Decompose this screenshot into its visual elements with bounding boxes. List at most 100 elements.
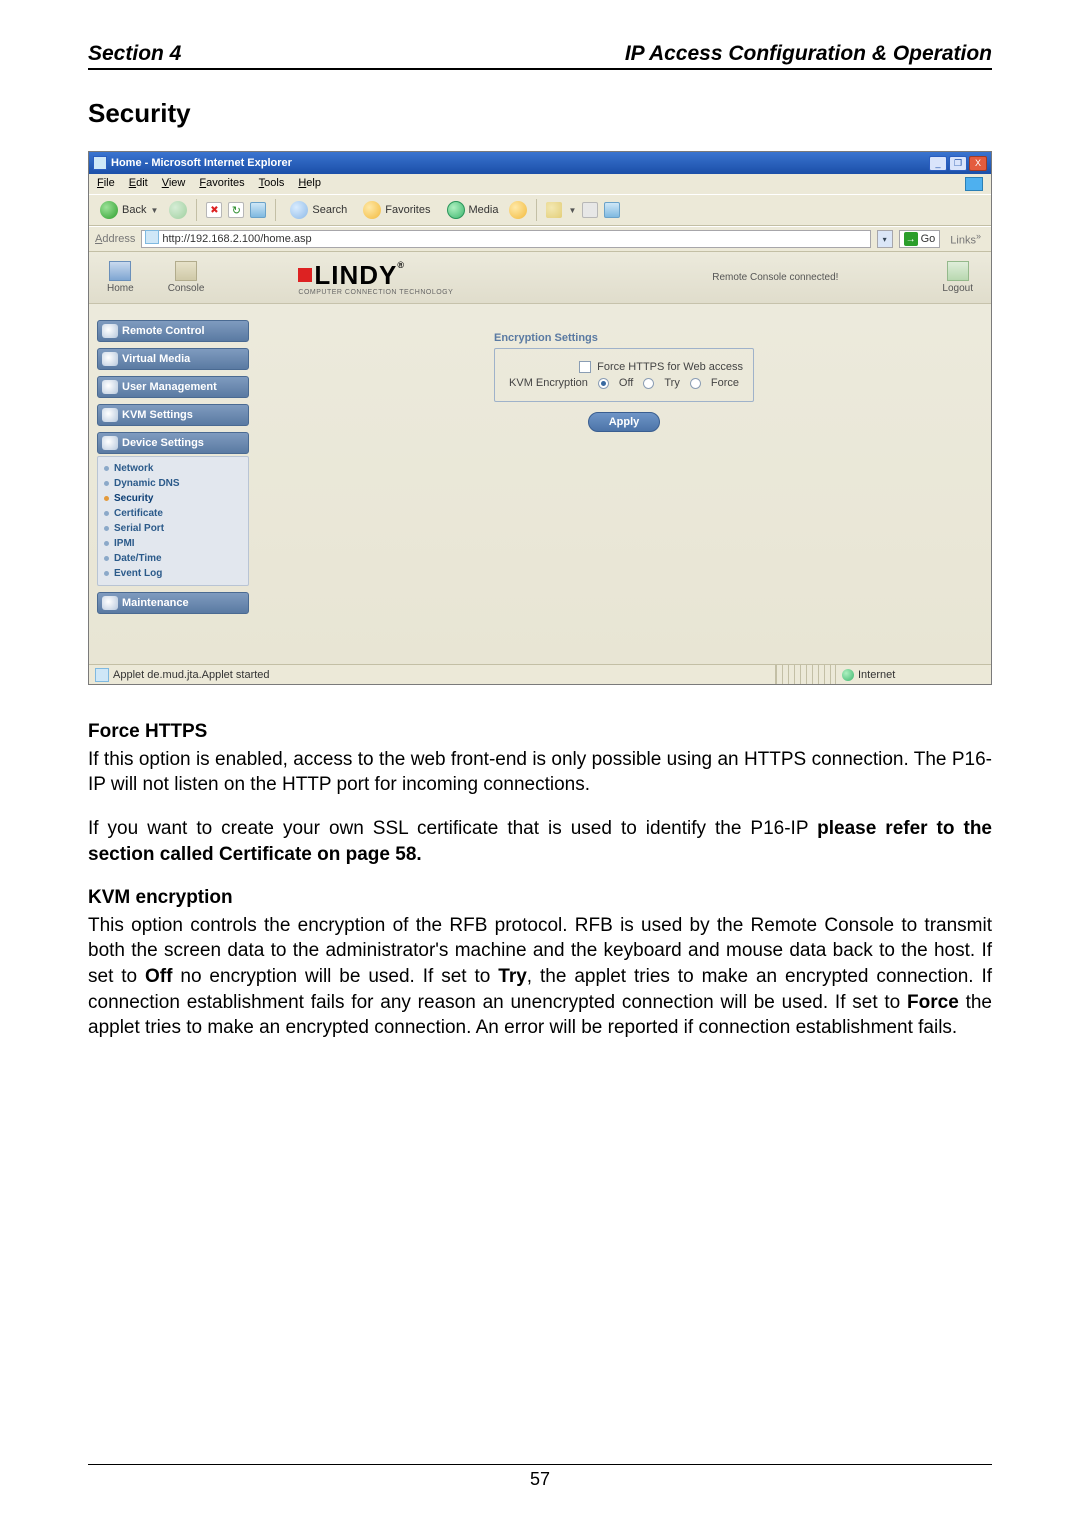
kvm-force-radio[interactable] xyxy=(690,378,701,389)
app-header: Home Console LINDY ® COMPUTER CONNECTION… xyxy=(89,252,991,304)
subnav-certificate[interactable]: Certificate xyxy=(102,506,244,521)
menu-file[interactable]: File xyxy=(97,177,115,191)
print-button[interactable] xyxy=(582,202,598,218)
zone-label: Internet xyxy=(858,669,895,681)
header-left: Section 4 xyxy=(88,42,181,66)
logout-button[interactable]: Logout xyxy=(942,261,973,294)
sidebar: Remote Control Virtual Media User Manage… xyxy=(89,304,257,664)
back-button[interactable]: Back ▼ xyxy=(95,199,163,221)
links-label: Links xyxy=(950,235,976,247)
page-number: 57 xyxy=(88,1464,992,1490)
media-button[interactable]: Media xyxy=(442,199,504,221)
window-maximize-button[interactable]: ❐ xyxy=(949,156,967,171)
menu-view[interactable]: View xyxy=(162,177,186,191)
sidebar-item-kvm-settings[interactable]: KVM Settings xyxy=(97,404,249,426)
security-zone: Internet xyxy=(835,665,985,684)
app-console-button[interactable]: Console xyxy=(168,261,205,294)
subnav-ipmi[interactable]: IPMI xyxy=(102,536,244,551)
links-button[interactable]: Links» xyxy=(946,231,985,247)
window-minimize-button[interactable]: _ xyxy=(929,156,947,171)
internet-zone-icon xyxy=(842,669,854,681)
favorites-button[interactable]: Favorites xyxy=(358,199,435,221)
separator xyxy=(196,199,197,221)
apply-button[interactable]: Apply xyxy=(588,412,661,432)
subnav-security[interactable]: Security xyxy=(102,491,244,506)
ie-page-icon xyxy=(145,230,159,244)
history-button[interactable] xyxy=(509,201,527,219)
toolbar: Back ▼ ✖ ↻ Search Favorites Media xyxy=(89,194,991,226)
menu-help[interactable]: Help xyxy=(298,177,321,191)
para-kvm-force: Force xyxy=(907,992,959,1013)
subnav-event-log[interactable]: Event Log xyxy=(102,566,244,581)
stop-button[interactable]: ✖ xyxy=(206,202,222,218)
forward-button[interactable] xyxy=(169,201,187,219)
go-label: Go xyxy=(921,233,936,245)
go-icon: → xyxy=(904,232,918,246)
search-button[interactable]: Search xyxy=(285,199,352,221)
para-ssl-pre: If you want to create your own SSL certi… xyxy=(88,818,817,839)
sidebar-label: Maintenance xyxy=(122,597,189,609)
brand-mark-icon xyxy=(298,268,312,282)
sidebar-item-device-settings[interactable]: Device Settings xyxy=(97,432,249,454)
para-force-https: If this option is enabled, access to the… xyxy=(88,747,992,798)
star-icon xyxy=(363,201,381,219)
search-label: Search xyxy=(312,204,347,216)
kvm-force-label: Force xyxy=(711,377,739,389)
mail-icon[interactable] xyxy=(546,202,562,218)
sidebar-label: KVM Settings xyxy=(122,409,193,421)
sidebar-item-virtual-media[interactable]: Virtual Media xyxy=(97,348,249,370)
brand-logo: LINDY ® COMPUTER CONNECTION TECHNOLOGY xyxy=(298,260,453,296)
address-input[interactable] xyxy=(141,230,870,248)
menu-tools[interactable]: Tools xyxy=(259,177,285,191)
menu-favorites[interactable]: Favorites xyxy=(199,177,244,191)
menu-edit[interactable]: Edit xyxy=(129,177,148,191)
console-icon xyxy=(175,261,197,281)
sidebar-item-maintenance[interactable]: Maintenance xyxy=(97,592,249,614)
ie-page-icon xyxy=(93,156,107,170)
subnav-date-time[interactable]: Date/Time xyxy=(102,551,244,566)
logout-label: Logout xyxy=(942,283,973,294)
window-close-button[interactable]: X xyxy=(969,156,987,171)
discuss-button[interactable] xyxy=(604,202,620,218)
browser-window: Home - Microsoft Internet Explorer _ ❐ X… xyxy=(88,151,992,685)
fieldset-legend: Encryption Settings xyxy=(494,332,754,344)
address-dropdown[interactable]: ▾ xyxy=(877,230,893,248)
window-titlebar: Home - Microsoft Internet Explorer _ ❐ X xyxy=(89,152,991,174)
sidebar-item-user-management[interactable]: User Management xyxy=(97,376,249,398)
status-separator xyxy=(775,665,835,684)
app-home-label: Home xyxy=(107,283,134,294)
separator xyxy=(275,199,276,221)
logout-icon xyxy=(947,261,969,281)
kvm-try-radio[interactable] xyxy=(643,378,654,389)
chevron-down-icon: ▼ xyxy=(150,206,158,215)
favorites-label: Favorites xyxy=(385,204,430,216)
sidebar-item-remote-control[interactable]: Remote Control xyxy=(97,320,249,342)
go-button[interactable]: → Go xyxy=(899,230,941,248)
chevron-down-icon: ▼ xyxy=(568,206,576,215)
main-pane: Encryption Settings Force HTTPS for Web … xyxy=(257,304,991,664)
force-https-checkbox[interactable] xyxy=(579,361,591,373)
para-kvm-2: no encryption will be used. If set to xyxy=(172,966,498,987)
sidebar-label: Remote Control xyxy=(122,325,205,337)
sidebar-label: User Management xyxy=(122,381,217,393)
media-icon xyxy=(447,201,465,219)
subnav-serial-port[interactable]: Serial Port xyxy=(102,521,244,536)
heading-force-https: Force HTTPS xyxy=(88,719,992,745)
brand-registered: ® xyxy=(397,260,405,270)
sidebar-label: Virtual Media xyxy=(122,353,190,365)
header-right: IP Access Configuration & Operation xyxy=(625,42,992,66)
ie-page-icon xyxy=(95,668,109,682)
remote-console-status: Remote Console connected! xyxy=(712,272,838,283)
back-label: Back xyxy=(122,204,146,216)
menu-bar: File Edit View Favorites Tools Help xyxy=(89,174,991,194)
subnav-dynamic-dns[interactable]: Dynamic DNS xyxy=(102,476,244,491)
subnav-network[interactable]: Network xyxy=(102,461,244,476)
home-button[interactable] xyxy=(250,202,266,218)
status-text: Applet de.mud.jta.Applet started xyxy=(113,669,270,681)
window-title: Home - Microsoft Internet Explorer xyxy=(111,157,929,169)
kvm-try-label: Try xyxy=(664,377,679,389)
media-label: Media xyxy=(469,204,499,216)
kvm-off-radio[interactable] xyxy=(598,378,609,389)
app-home-button[interactable]: Home xyxy=(107,261,134,294)
refresh-button[interactable]: ↻ xyxy=(228,202,244,218)
